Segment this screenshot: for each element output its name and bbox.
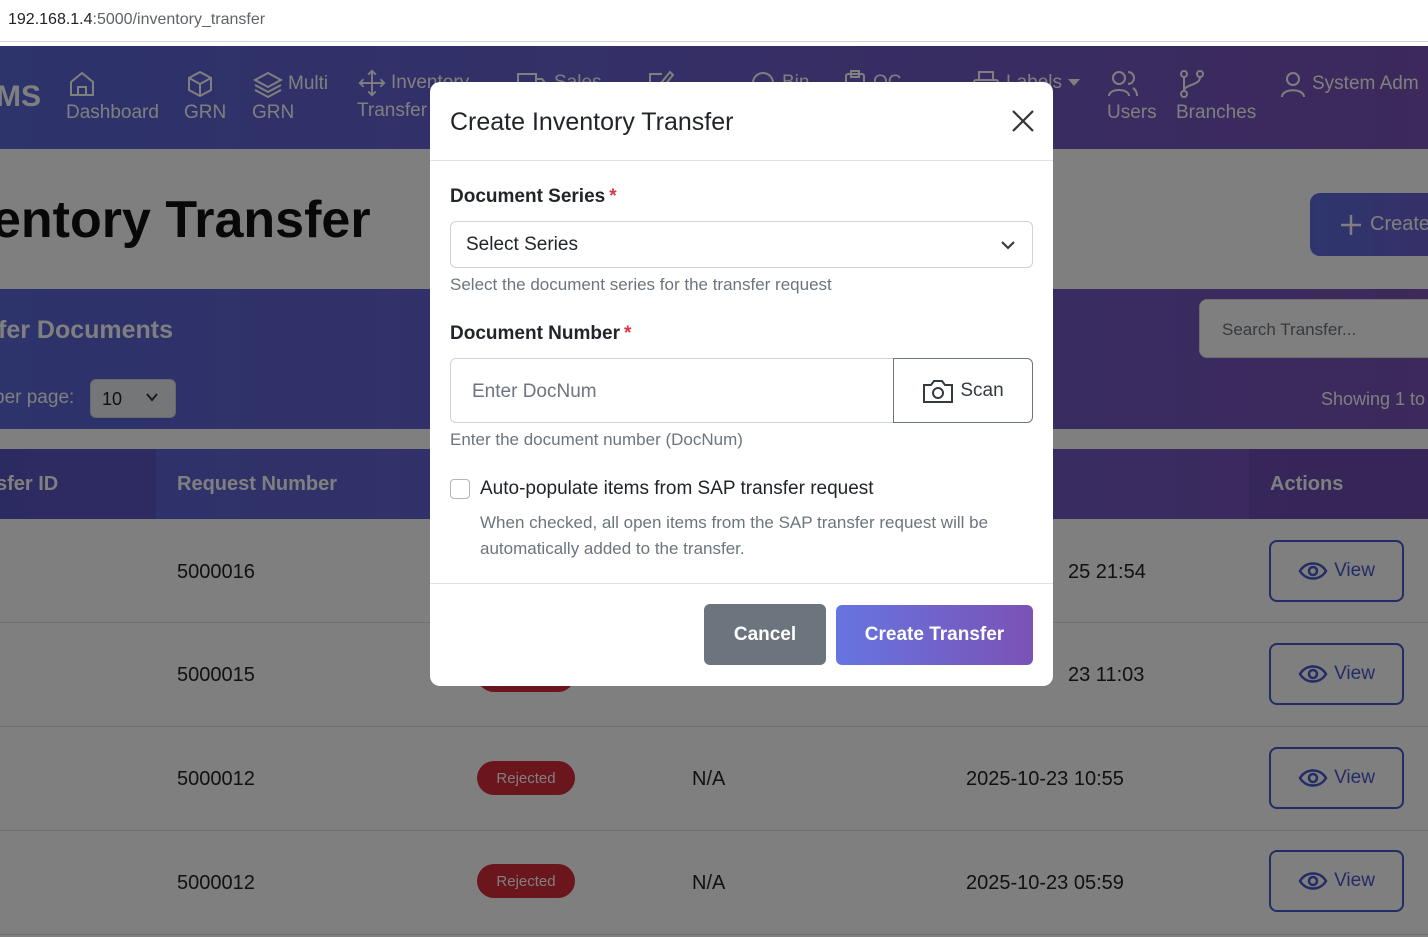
url-host: 192.168.1.4 [8,11,93,28]
modal-title: Create Inventory Transfer [450,108,734,136]
label-text: Document Number [450,323,620,344]
scan-label: Scan [960,379,1004,401]
select-value: Select Series [466,234,578,255]
document-series-label: Document Series * [450,186,617,208]
address-bar[interactable]: 192.168.1.4:5000/inventory_transfer [0,0,1428,42]
auto-populate-checkbox[interactable] [450,479,470,499]
create-transfer-modal: Create Inventory Transfer Document Serie… [430,82,1053,686]
create-transfer-submit-button[interactable]: Create Transfer [836,605,1033,665]
scan-button[interactable]: Scan [893,358,1033,423]
url-text[interactable]: 192.168.1.4:5000/inventory_transfer [8,11,265,29]
label-text: Document Series [450,186,606,207]
docnum-input[interactable]: Enter DocNum [450,358,894,423]
series-help-text: Select the document series for the trans… [450,275,832,294]
modal-header: Create Inventory Transfer [430,82,1053,161]
required-mark: * [623,323,632,344]
document-series-select[interactable]: Select Series [450,221,1033,268]
close-icon[interactable] [1010,108,1036,134]
url-path: :5000/inventory_transfer [92,11,266,28]
document-number-label: Document Number * [450,323,631,345]
auto-populate-help: When checked, all open items from the SA… [480,513,989,558]
cancel-button[interactable]: Cancel [704,604,826,665]
camera-icon [923,379,954,403]
chevron-down-icon [1001,241,1015,250]
auto-populate-label[interactable]: Auto-populate items from SAP transfer re… [480,478,874,500]
required-mark: * [609,186,617,207]
docnum-help-text: Enter the document number (DocNum) [450,430,743,449]
